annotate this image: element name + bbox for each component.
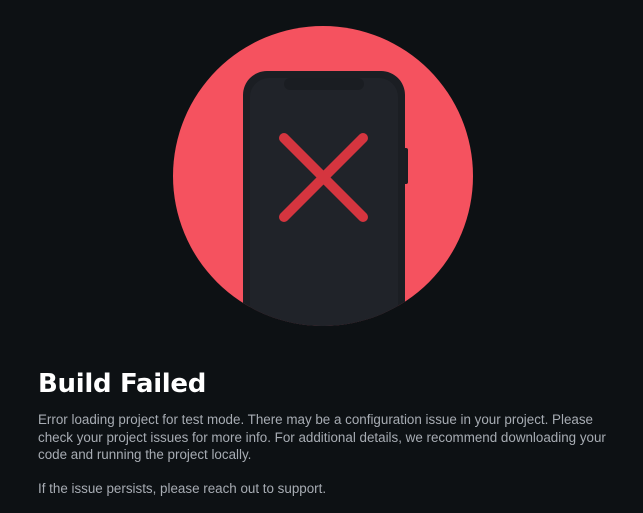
support-message: If the issue persists, please reach out … — [38, 481, 327, 496]
phone-error-icon — [173, 26, 473, 326]
phone-screen — [250, 78, 398, 326]
phone-notch — [284, 78, 364, 90]
error-message: Error loading project for test mode. The… — [38, 412, 606, 462]
build-failed-page: Build Failed Error loading project for t… — [0, 0, 643, 513]
phone-error-illustration — [173, 26, 473, 326]
error-title: Build Failed — [38, 369, 207, 399]
